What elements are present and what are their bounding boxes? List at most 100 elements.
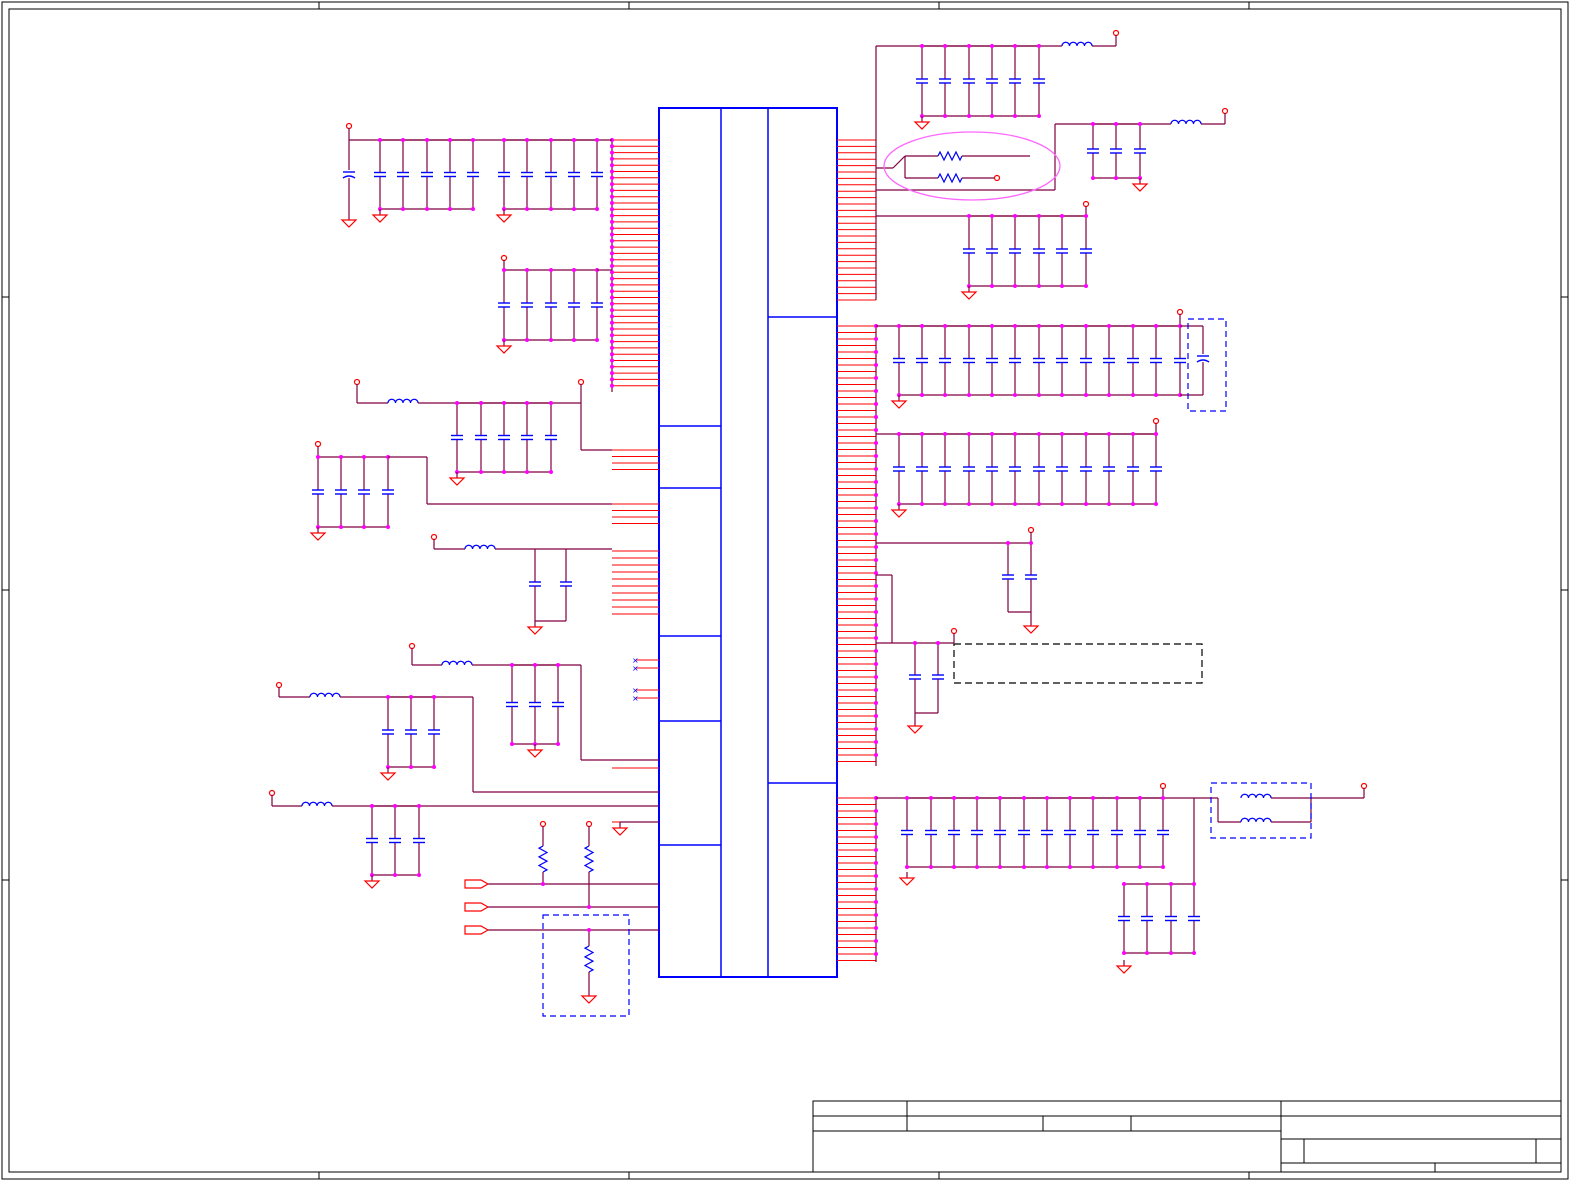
junction-dot [1138,796,1142,800]
junction-dot [610,226,614,231]
junction-dot [990,393,994,397]
ground-symbol [495,214,513,223]
junction-dot [549,470,553,474]
power-port [1159,782,1167,790]
capacitor-plate [1196,359,1210,363]
junction-dot [409,765,413,769]
junction-dot [990,214,994,218]
power-port [353,378,361,386]
junction-dot [874,493,878,497]
junction-dot [1084,324,1088,328]
junction-dot [362,525,366,529]
junction-dot [386,525,390,529]
junction-dot [967,44,971,48]
junction-dot [610,238,614,243]
option-box [1187,318,1227,412]
junction-dot [874,701,878,705]
junction-dot [905,796,909,800]
junction-dot [874,662,878,666]
junction-dot [610,320,614,325]
junction-dot [874,545,878,549]
junction-dot [1107,432,1111,436]
junction-dot [610,314,614,319]
junction-dot [1107,324,1111,328]
junction-dot [1084,502,1088,506]
junction-dot [943,502,947,506]
junction-dot [874,402,878,406]
junction-dot [874,584,878,588]
junction-dot [1084,393,1088,397]
junction-dot [990,44,994,48]
junction-dot [874,519,878,523]
power-port [345,122,353,130]
ground-symbol [890,509,908,518]
junction-dot [1022,865,1026,869]
signal-port [464,925,490,935]
junction-dot [1037,432,1041,436]
junction-dot [1161,796,1165,800]
ground-symbol [526,626,544,635]
junction-dot [1013,502,1017,506]
junction-dot [990,114,994,118]
power-port [950,627,958,635]
power-port [1082,200,1090,208]
junction-dot [549,401,553,405]
junction-dot [874,376,878,380]
note-box [953,643,1203,684]
junction-dot [1169,882,1173,886]
junction-dot [897,432,901,436]
ground-symbol [1115,965,1133,974]
junction-dot [502,268,506,272]
power-port [430,533,438,541]
junction-dot [393,804,397,808]
junction-dot [610,339,614,344]
junction-dot [943,432,947,436]
junction-dot [1060,284,1064,288]
junction-dot [610,371,614,376]
junction-dot [1091,176,1095,180]
junction-dot [1169,951,1173,955]
junction-dot [874,714,878,718]
junction-dot [874,363,878,367]
resistor [937,150,963,162]
junction-dot [990,502,994,506]
junction-dot [1060,432,1064,436]
ground-symbol [526,749,544,758]
junction-dot [874,727,878,731]
junction-dot [610,219,614,224]
junction-dot [943,393,947,397]
junction-dot [1006,541,1010,545]
junction-dot [610,270,614,275]
junction-dot [874,939,878,943]
resistor [937,172,963,184]
junction-dot [525,138,529,142]
junction-dot [1060,502,1064,506]
junction-dot [525,207,529,211]
ground-symbol [1131,183,1149,192]
junction-dot [874,428,878,432]
junction-dot [1107,502,1111,506]
power-port [1027,526,1035,534]
junction-dot [587,928,591,932]
junction-dot [572,338,576,342]
junction-dot [874,887,878,891]
junction-dot [1131,393,1135,397]
sheet-border [1,1,1569,1180]
junction-dot [1037,502,1041,506]
junction-dot [471,138,475,142]
junction-dot [1154,324,1158,328]
resistor [537,845,549,873]
junction-dot [610,144,614,149]
junction-dot [1060,214,1064,218]
junction-dot [401,138,405,142]
inductor [387,398,419,404]
passive-components [268,29,1368,1004]
junction-dot [510,742,514,746]
junction-dot [874,822,878,826]
junction-dot [952,865,956,869]
junction-dot [990,324,994,328]
junction-dot [610,194,614,199]
junction-dot [1192,951,1196,955]
junction-dot [417,873,421,877]
ground-symbol [906,725,924,734]
